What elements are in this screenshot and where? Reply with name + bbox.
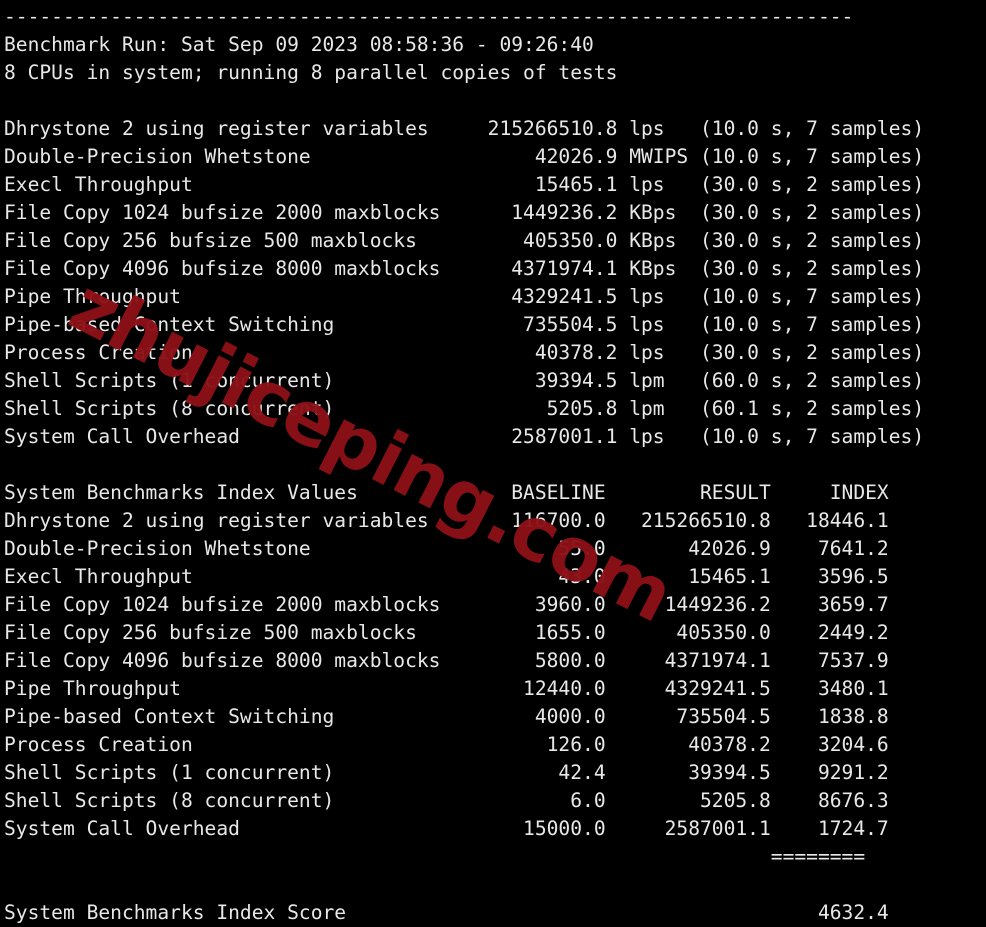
index-row-line: File Copy 1024 bufsize 2000 maxblocks 39… xyxy=(4,593,889,616)
raw-result-line: File Copy 256 bufsize 500 maxblocks 4053… xyxy=(4,229,925,252)
raw-result-line: Dhrystone 2 using register variables 215… xyxy=(4,117,925,140)
index-score-line: System Benchmarks Index Score 4632.4 xyxy=(4,901,889,924)
index-row-line: Execl Throughput 43.0 15465.1 3596.5 xyxy=(4,565,889,588)
score-separator-line: ======== xyxy=(4,845,866,868)
index-row-line: File Copy 256 bufsize 500 maxblocks 1655… xyxy=(4,621,889,644)
index-row-line: Pipe-based Context Switching 4000.0 7355… xyxy=(4,705,889,728)
terminal-output: ----------------------------------------… xyxy=(0,0,986,924)
benchmark-run-line: Benchmark Run: Sat Sep 09 2023 08:58:36 … xyxy=(4,33,594,56)
raw-result-line: Double-Precision Whetstone 42026.9 MWIPS… xyxy=(4,145,925,168)
raw-result-line: System Call Overhead 2587001.1 lps (10.0… xyxy=(4,425,925,448)
raw-result-line: Execl Throughput 15465.1 lps (30.0 s, 2 … xyxy=(4,173,925,196)
index-row-line: System Call Overhead 15000.0 2587001.1 1… xyxy=(4,817,889,840)
index-row-line: Dhrystone 2 using register variables 116… xyxy=(4,509,889,532)
raw-result-line: File Copy 4096 bufsize 8000 maxblocks 43… xyxy=(4,257,925,280)
raw-result-line: Pipe Throughput 4329241.5 lps (10.0 s, 7… xyxy=(4,285,925,308)
index-row-line: Shell Scripts (8 concurrent) 6.0 5205.8 … xyxy=(4,789,889,812)
raw-result-line: File Copy 1024 bufsize 2000 maxblocks 14… xyxy=(4,201,925,224)
index-header-line: System Benchmarks Index Values BASELINE … xyxy=(4,481,889,504)
index-row-line: Process Creation 126.0 40378.2 3204.6 xyxy=(4,733,889,756)
raw-result-line: Pipe-based Context Switching 735504.5 lp… xyxy=(4,313,925,336)
index-row-line: Pipe Throughput 12440.0 4329241.5 3480.1 xyxy=(4,677,889,700)
cpu-count-line: 8 CPUs in system; running 8 parallel cop… xyxy=(4,61,618,84)
raw-result-line: Process Creation 40378.2 lps (30.0 s, 2 … xyxy=(4,341,925,364)
index-row-line: File Copy 4096 bufsize 8000 maxblocks 58… xyxy=(4,649,889,672)
raw-result-line: Shell Scripts (8 concurrent) 5205.8 lpm … xyxy=(4,397,925,420)
separator-line: ----------------------------------------… xyxy=(4,5,854,28)
index-row-line: Double-Precision Whetstone 55.0 42026.9 … xyxy=(4,537,889,560)
raw-result-line: Shell Scripts (1 concurrent) 39394.5 lpm… xyxy=(4,369,925,392)
index-row-line: Shell Scripts (1 concurrent) 42.4 39394.… xyxy=(4,761,889,784)
